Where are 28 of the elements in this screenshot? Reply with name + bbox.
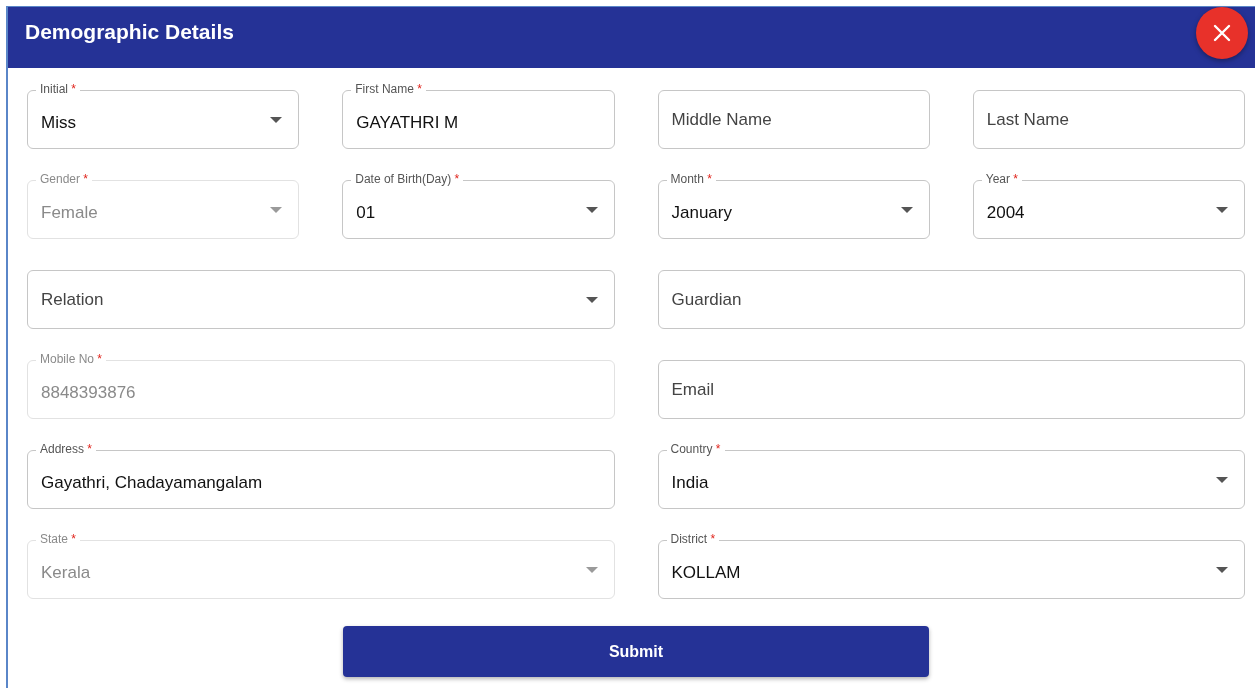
- field-label: Date of Birth(Day) *: [351, 172, 464, 186]
- caret-icon: [1216, 207, 1228, 213]
- field-label: District *: [666, 532, 720, 546]
- dialog-title: Demographic Details: [25, 19, 234, 44]
- caret-icon: [900, 207, 913, 213]
- text-field[interactable]: Email: [657, 360, 1245, 419]
- caret-icon: [270, 207, 283, 213]
- dropdown-field[interactable]: Relation: [27, 270, 615, 329]
- caret-icon: [585, 207, 598, 213]
- field-label: Gender *: [36, 172, 93, 186]
- field-label: Mobile No *: [36, 352, 107, 366]
- caret-icon: [1216, 477, 1228, 483]
- text-field[interactable]: Middle Name: [657, 90, 930, 149]
- submit-button[interactable]: Submit: [343, 626, 929, 677]
- caret-icon: [1216, 567, 1228, 573]
- field-label: Country *: [666, 442, 725, 456]
- field-label: State *: [36, 532, 81, 546]
- field-label: Month *: [666, 172, 716, 186]
- text-field[interactable]: Guardian: [657, 270, 1245, 329]
- caret-icon: [585, 567, 598, 573]
- field-label: Initial *: [36, 82, 81, 96]
- caret-icon: [585, 297, 598, 303]
- close-icon: [1213, 24, 1231, 42]
- field-label: Address *: [36, 442, 97, 456]
- field-label: Year *: [981, 172, 1022, 186]
- text-field[interactable]: Last Name: [972, 90, 1245, 149]
- caret-icon: [270, 117, 283, 123]
- field-label: First Name *: [351, 82, 426, 96]
